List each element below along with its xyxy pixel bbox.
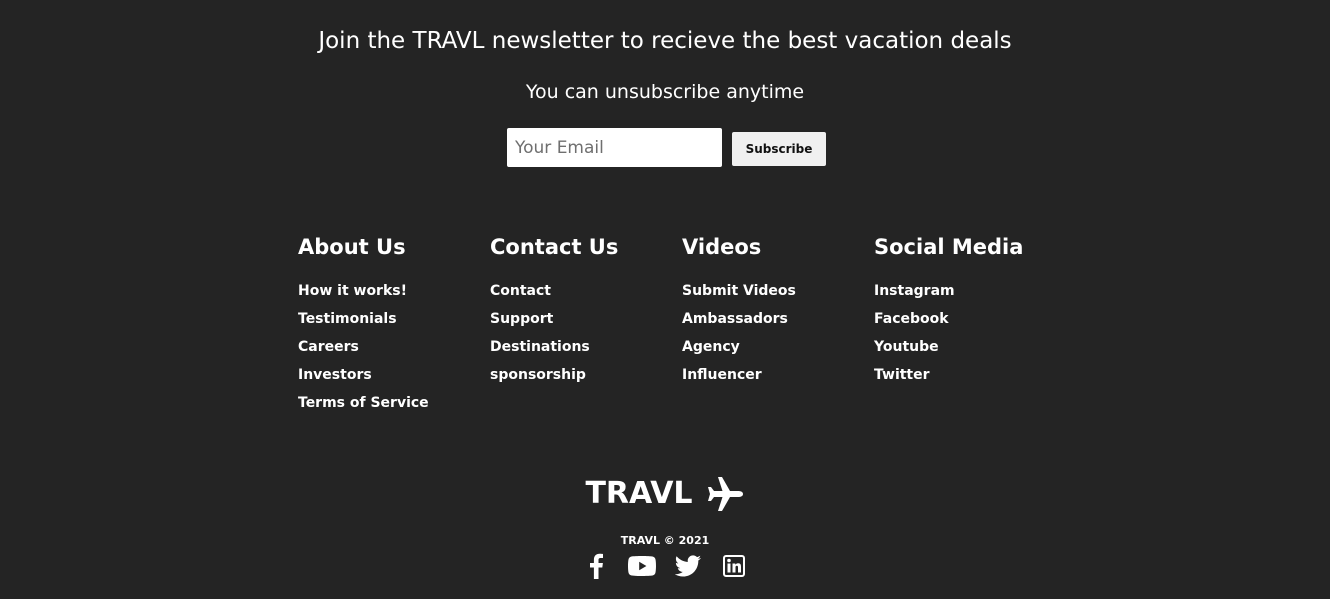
link-submit-videos[interactable]: Submit Videos	[682, 283, 796, 299]
youtube-icon[interactable]	[625, 551, 659, 581]
link-destinations[interactable]: Destinations	[490, 339, 590, 355]
link-ambassadors[interactable]: Ambassadors	[682, 311, 788, 327]
footer-brand[interactable]: TRAVL	[0, 472, 1330, 516]
link-agency[interactable]: Agency	[682, 339, 740, 355]
link-sponsorship[interactable]: sponsorship	[490, 367, 586, 383]
link-youtube[interactable]: Youtube	[874, 339, 939, 355]
column-social-media: Social Media Instagram Facebook Youtube …	[874, 232, 1066, 420]
subscribe-form: Subscribe	[507, 128, 826, 167]
column-title: Videos	[682, 235, 762, 259]
link-how-it-works[interactable]: How it works!	[298, 283, 407, 299]
link-facebook[interactable]: Facebook	[874, 311, 949, 327]
brand-logo-text[interactable]: TRAVL	[585, 472, 692, 516]
link-instagram[interactable]: Instagram	[874, 283, 955, 299]
column-videos: Videos Submit Videos Ambassadors Agency …	[682, 232, 874, 420]
footer-link-columns: About Us How it works! Testimonials Care…	[298, 232, 1066, 420]
link-careers[interactable]: Careers	[298, 339, 359, 355]
link-twitter[interactable]: Twitter	[874, 367, 930, 383]
email-input[interactable]	[507, 128, 722, 167]
link-influencer[interactable]: Influencer	[682, 367, 762, 383]
column-contact-us: Contact Us Contact Support Destinations …	[490, 232, 682, 420]
social-icons	[0, 551, 1330, 581]
column-title: Social Media	[874, 235, 1024, 259]
site-footer: Join the TRAVL newsletter to recieve the…	[0, 0, 1330, 599]
link-investors[interactable]: Investors	[298, 367, 372, 383]
linkedin-icon[interactable]	[717, 551, 751, 581]
airplane-icon	[705, 474, 745, 514]
column-about-us: About Us How it works! Testimonials Care…	[298, 232, 490, 420]
link-support[interactable]: Support	[490, 311, 553, 327]
newsletter-heading: Join the TRAVL newsletter to recieve the…	[318, 28, 1012, 54]
newsletter-subheading: You can unsubscribe anytime	[525, 81, 805, 103]
link-testimonials[interactable]: Testimonials	[298, 311, 397, 327]
column-title: About Us	[298, 235, 406, 259]
facebook-icon[interactable]	[579, 551, 613, 581]
column-title: Contact Us	[490, 235, 619, 259]
subscribe-button[interactable]: Subscribe	[732, 132, 826, 166]
link-contact[interactable]: Contact	[490, 283, 551, 299]
twitter-icon[interactable]	[671, 551, 705, 581]
copyright-text: TRAVL © 2021	[620, 534, 710, 547]
link-terms-of-service[interactable]: Terms of Service	[298, 395, 429, 411]
